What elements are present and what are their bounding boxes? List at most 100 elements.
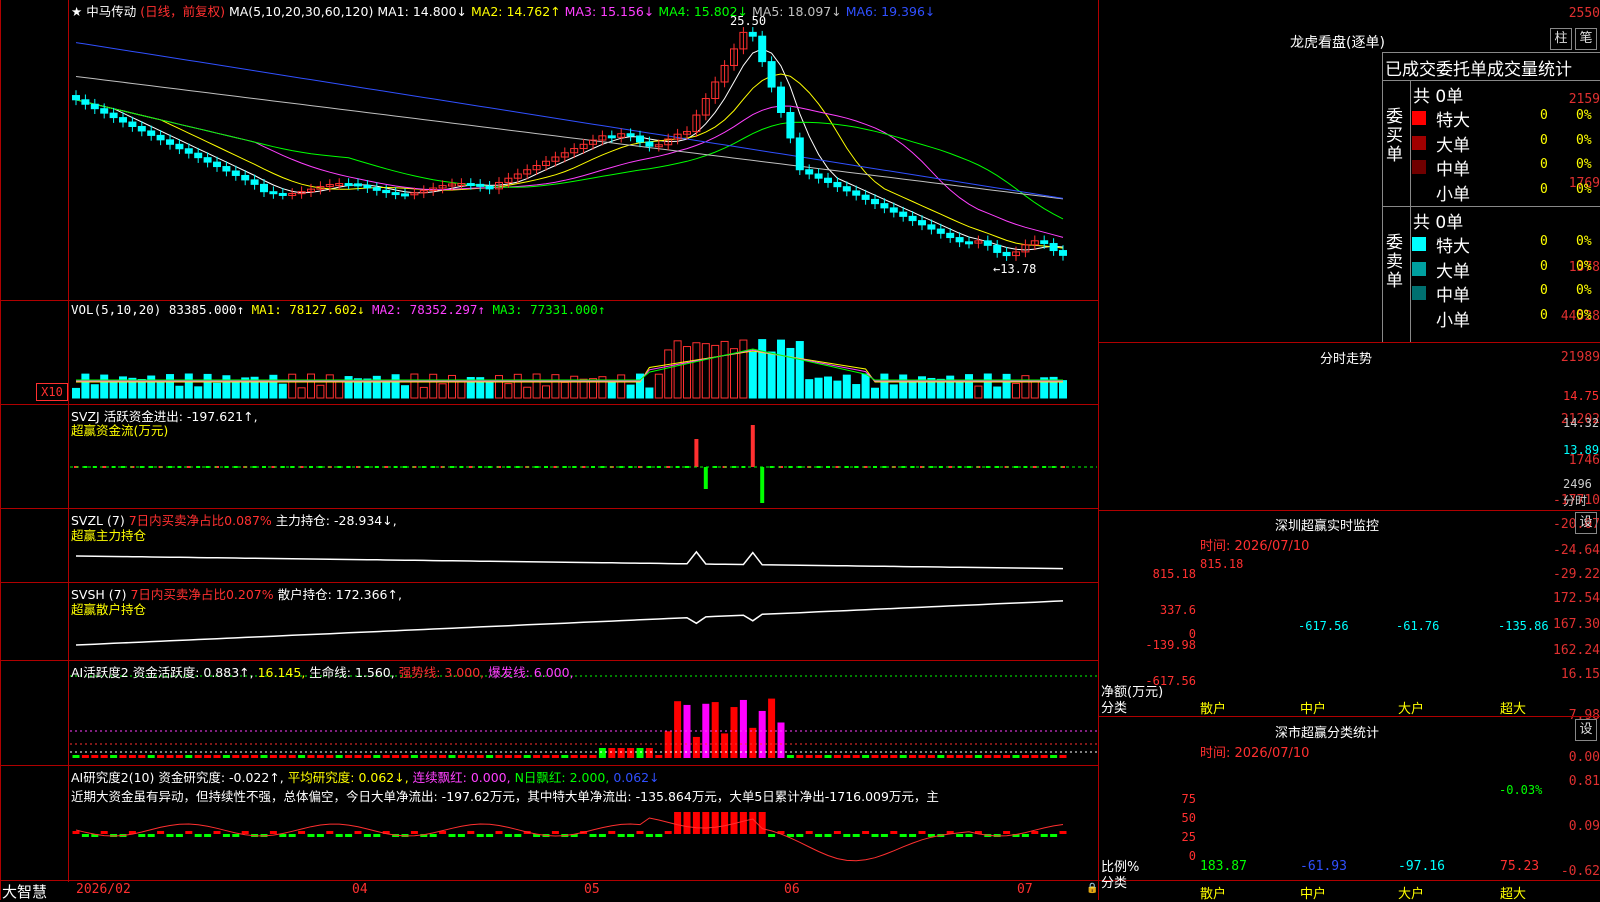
indicator-value: 平均研究度: 0.062↓, <box>283 770 409 785</box>
research-bar <box>326 831 334 834</box>
research-bar <box>100 831 108 834</box>
volume-bar <box>786 347 795 399</box>
activity-bar <box>805 755 813 758</box>
classify-settings-button[interactable]: 设 <box>1575 719 1597 741</box>
research-bar <box>843 834 851 837</box>
candle-body <box>485 185 494 190</box>
volume-bar <box>513 373 522 399</box>
research-bar <box>363 834 371 837</box>
legend-swatch <box>1412 286 1426 300</box>
category-label: 大户 <box>1398 702 1425 717</box>
fenshi-unit: 分时 <box>1563 494 1588 508</box>
classify-y-tick: 25 <box>1181 830 1196 844</box>
period-label[interactable]: (日线，前复权) <box>140 4 225 19</box>
order-size-label: 中单 <box>1436 160 1470 180</box>
candle-body <box>203 157 212 163</box>
volume-bar <box>90 384 99 399</box>
research-bar <box>1021 834 1029 837</box>
tick-mode-button[interactable]: 笔 <box>1575 28 1597 50</box>
candle-body <box>889 207 898 213</box>
candle-body <box>278 192 287 196</box>
ma-line <box>75 42 1064 199</box>
research-bar <box>674 812 682 834</box>
activity-bar <box>241 755 249 758</box>
volume-bar <box>495 375 503 399</box>
order-count: 0 <box>1540 258 1548 274</box>
ai2-label: AI研究度2(10) <box>71 770 155 785</box>
svsh-hold: 散户持仓: 172.366↑, <box>277 587 402 602</box>
indicator-value: 强势线: 3.000, <box>394 665 485 680</box>
volume-bar <box>701 343 710 399</box>
classify-time: 时间: 2026/07/10 <box>1200 746 1310 761</box>
research-bar <box>711 812 719 834</box>
research-bar <box>213 831 221 834</box>
candle-body <box>645 141 654 147</box>
volume-bar <box>1012 382 1020 399</box>
volume-bar <box>805 379 814 399</box>
order-percent: 0% <box>1576 108 1592 123</box>
ai2-comment: 近期大资金虽有异动，但持续性不强，总体偏空，今日大单净流出: -197.62万元… <box>71 789 939 804</box>
bar-mode-button[interactable]: 柱 <box>1550 28 1572 50</box>
volume-bar <box>626 384 635 399</box>
activity-bar <box>721 733 729 758</box>
activity-bar <box>636 748 644 758</box>
order-percent: 0% <box>1576 258 1592 274</box>
x-axis-label: 05 <box>584 882 600 897</box>
volume-bar <box>297 387 306 399</box>
indicator-value: MA3: 15.156↓ <box>560 4 655 19</box>
vol-label: VOL(5,10,20) <box>71 302 162 317</box>
volume-bar <box>833 380 842 399</box>
candle-body <box>927 224 936 230</box>
volume-bar <box>739 339 748 399</box>
ai1-y-tick: 0.00 <box>1568 750 1600 765</box>
category-ratio-label: 75.23 <box>1500 859 1540 874</box>
stock-name[interactable]: 中马传动 <box>86 4 136 19</box>
lock-icon[interactable]: 🔒 <box>1086 883 1098 894</box>
activity-bar <box>655 755 663 758</box>
volume-bar <box>213 382 221 399</box>
legend-swatch <box>1412 135 1426 150</box>
brand-logo[interactable]: 大智慧 <box>2 881 47 902</box>
candle-body <box>260 183 268 193</box>
research-bar <box>551 831 559 834</box>
volume-bar <box>1002 373 1011 399</box>
legend-swatch <box>1412 261 1426 276</box>
research-bar <box>467 831 475 834</box>
activity-bar <box>222 755 230 758</box>
volume-bar <box>231 379 240 399</box>
research-bar <box>504 834 512 837</box>
category-label: 超大 <box>1500 702 1527 717</box>
star-icon[interactable]: ★ <box>71 4 82 19</box>
monitor-settings-button[interactable]: 设 <box>1575 512 1597 534</box>
candle-body <box>908 215 917 222</box>
candle-body <box>767 61 776 88</box>
volume-bar <box>908 380 917 399</box>
volume-bar <box>570 375 579 399</box>
candle-body <box>100 108 109 114</box>
candle-body <box>936 228 945 234</box>
category-label: 超大 <box>1500 887 1527 902</box>
activity-bar <box>138 755 146 758</box>
indicator-value: 16.145, <box>253 665 306 680</box>
volume-bar <box>504 383 513 399</box>
svsh-y-tick: 172.54 <box>1553 591 1600 606</box>
activity-bar <box>467 755 475 758</box>
indicator-value: MA6: 19.396↓ <box>841 4 936 19</box>
activity-bar <box>843 755 851 758</box>
research-bar <box>598 834 606 837</box>
activity-bar <box>166 755 174 758</box>
activity-bar <box>194 755 202 758</box>
volume-bar <box>382 381 391 399</box>
volume-bar <box>767 351 776 399</box>
volume-bar <box>965 374 973 399</box>
kline-chart[interactable] <box>0 0 1098 880</box>
activity-bar <box>833 755 841 758</box>
vol-unit-badge[interactable]: X10 <box>36 383 68 401</box>
category-label: 中户 <box>1300 702 1327 717</box>
ai1-values: 资金活跃度: 0.883↑, 16.145, 生命线: 1.560, 强势线: … <box>133 665 574 680</box>
category-label: 散户 <box>1200 887 1227 902</box>
indicator-value: 生命线: 1.560, <box>305 665 395 680</box>
activity-bar <box>617 748 625 758</box>
research-bar <box>204 834 212 837</box>
legend-swatch <box>1412 237 1426 251</box>
